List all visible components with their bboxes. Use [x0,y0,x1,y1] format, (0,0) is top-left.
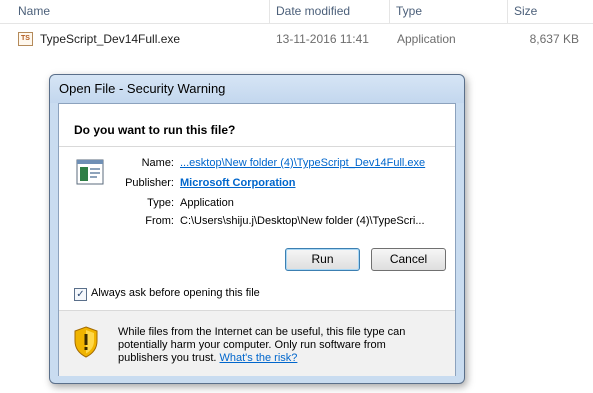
file-date-modified: 13-11-2016 11:41 [276,32,369,46]
always-ask-label[interactable]: Always ask before opening this file [91,287,260,299]
column-header-size[interactable]: Size [508,0,593,24]
column-header-type[interactable]: Type [390,0,508,24]
dialog-question: Do you want to run this file? [74,123,236,137]
column-header-bar: Name Date modified Type Size [0,0,593,24]
file-row[interactable]: TS TypeScript_Dev14Full.exe 13-11-2016 1… [12,28,593,50]
typescript-file-icon: TS [18,32,33,46]
column-header-date-modified[interactable]: Date modified [270,0,390,24]
publisher-label: Publisher: [125,177,174,189]
file-type: Application [397,32,456,46]
cancel-button[interactable]: Cancel [371,248,446,271]
dialog-body: Do you want to run this file? Name: ...e… [58,103,456,376]
application-icon [76,159,104,185]
run-button[interactable]: Run [285,248,360,271]
dialog-title-bar[interactable]: Open File - Security Warning [50,75,464,103]
divider [59,146,455,147]
from-label: From: [145,215,174,227]
warning-text-block: While files from the Internet can be use… [118,326,438,365]
divider [59,310,455,311]
name-label: Name: [141,157,174,169]
file-name: TypeScript_Dev14Full.exe [40,32,181,46]
file-path-link[interactable]: ...esktop\New folder (4)\TypeScript_Dev1… [180,157,425,169]
file-size: 8,637 KB [529,32,579,46]
type-value: Application [180,197,234,209]
always-ask-checkbox[interactable]: ✓ [74,288,87,301]
column-header-name[interactable]: Name [12,0,270,24]
from-value: C:\Users\shiju.j\Desktop\New folder (4)\… [180,215,425,227]
whats-the-risk-link[interactable]: What's the risk? [220,352,298,364]
type-label: Type: [147,197,174,209]
security-warning-dialog: Open File - Security Warning Do you want… [49,74,465,384]
dialog-title: Open File - Security Warning [59,81,226,96]
publisher-link[interactable]: Microsoft Corporation [180,177,296,189]
security-shield-icon [74,326,98,358]
